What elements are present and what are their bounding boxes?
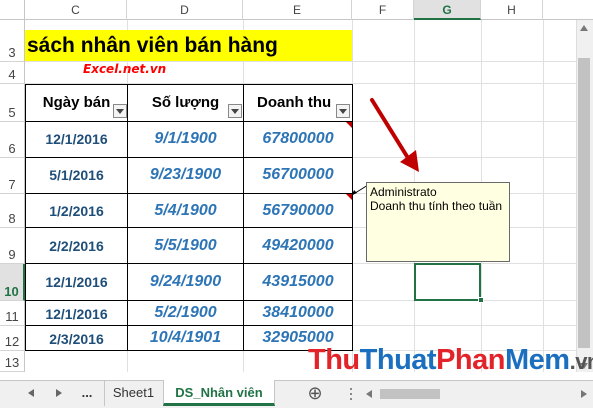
nav-right-icon[interactable] — [55, 388, 63, 398]
row-header-4[interactable]: 4 — [0, 62, 25, 84]
table-cell[interactable]: 10/4/1901 — [128, 329, 243, 347]
table-cell[interactable]: 9/24/1900 — [128, 273, 243, 291]
row-header-12[interactable]: 12 — [0, 326, 25, 351]
row-header-3[interactable]: 3 — [0, 20, 25, 62]
column-header-d[interactable]: D — [127, 0, 243, 20]
table-cell[interactable]: 67800000 — [244, 130, 352, 148]
table-cell[interactable]: 9/1/1900 — [128, 130, 243, 148]
table-border — [25, 227, 353, 228]
sheet-title-cell[interactable]: sách nhân viên bán hàng — [25, 30, 352, 61]
table-border — [25, 325, 353, 326]
row-header-10[interactable]: 10 — [0, 264, 25, 301]
hscroll-right-icon[interactable] — [580, 389, 588, 399]
table-cell[interactable]: 5/2/1900 — [128, 304, 243, 322]
column-header-h[interactable]: H — [481, 0, 543, 20]
site-link[interactable]: Excel.net.vn — [83, 62, 166, 76]
table-cell[interactable]: 12/1/2016 — [26, 274, 127, 290]
table-cell[interactable]: 9/23/1900 — [128, 166, 243, 184]
filter-dropdown-icon[interactable] — [113, 104, 127, 118]
column-header-f[interactable]: F — [352, 0, 414, 20]
table-cell[interactable]: 56790000 — [244, 202, 352, 220]
tab-sheet1[interactable]: Sheet1 — [104, 380, 162, 406]
table-header-date[interactable]: Ngày bán — [26, 84, 127, 121]
table-cell[interactable]: 49420000 — [244, 237, 352, 255]
row-header-7[interactable]: 7 — [0, 158, 25, 194]
row-header-9[interactable]: 9 — [0, 228, 25, 264]
table-cell[interactable]: 5/5/1900 — [128, 237, 243, 255]
select-all-corner[interactable] — [0, 0, 25, 20]
new-sheet-icon[interactable]: ⊕ — [300, 380, 330, 406]
comment-text: Doanh thu tính theo tuần — [370, 199, 503, 213]
table-cell[interactable]: 43915000 — [244, 273, 352, 291]
vertical-scroll-thumb[interactable] — [578, 58, 590, 348]
table-cell[interactable]: 5/1/2016 — [26, 167, 127, 183]
cell-comment-box[interactable]: Administrato Doanh thu tính theo tuần — [366, 182, 510, 262]
table-cell[interactable]: 12/1/2016 — [26, 131, 127, 147]
filter-dropdown-icon[interactable] — [228, 104, 242, 118]
horizontal-scroll-thumb[interactable] — [380, 389, 440, 399]
row-header-11[interactable]: 11 — [0, 301, 25, 326]
column-header-g[interactable]: G — [414, 0, 481, 20]
active-cell-g10[interactable] — [414, 263, 481, 301]
tab-divider[interactable] — [350, 384, 352, 406]
table-border — [25, 193, 353, 194]
nav-left-icon[interactable] — [27, 388, 35, 398]
pointer-arrow-icon — [370, 98, 419, 172]
fill-handle[interactable] — [478, 297, 484, 303]
table-cell[interactable]: 38410000 — [244, 304, 352, 322]
table-cell[interactable]: 5/4/1900 — [128, 202, 243, 220]
table-header-revenue[interactable]: Doanh thu — [244, 84, 344, 121]
table-cell[interactable]: 1/2/2016 — [26, 203, 127, 219]
row-header-5[interactable]: 5 — [0, 84, 25, 122]
comment-author: Administrato — [370, 185, 437, 199]
table-border — [25, 121, 353, 122]
row-header-6[interactable]: 6 — [0, 122, 25, 158]
column-header-e[interactable]: E — [243, 0, 352, 20]
table-cell[interactable]: 2/3/2016 — [26, 331, 127, 347]
comment-indicator-icon — [346, 122, 352, 128]
table-header-quantity[interactable]: Số lượng — [128, 84, 243, 121]
table-cell[interactable]: 56700000 — [244, 166, 352, 184]
row-header-8[interactable]: 8 — [0, 194, 25, 228]
table-border — [25, 157, 353, 158]
row-header-13[interactable]: 13 — [0, 351, 25, 372]
table-border — [25, 300, 353, 301]
more-sheets-button[interactable]: ... — [72, 380, 102, 406]
scroll-up-icon[interactable] — [579, 24, 589, 32]
watermark-logo: ThuThuatPhanMem.vn — [308, 344, 593, 376]
column-header-c[interactable]: C — [25, 0, 127, 20]
gridline — [543, 20, 544, 372]
tab-ds-nhan-vien[interactable]: DS_Nhân viên — [163, 380, 275, 406]
filter-dropdown-icon[interactable] — [336, 104, 350, 118]
table-cell[interactable]: 12/1/2016 — [26, 306, 127, 322]
table-cell[interactable]: 2/2/2016 — [26, 238, 127, 254]
table-border — [25, 263, 353, 264]
